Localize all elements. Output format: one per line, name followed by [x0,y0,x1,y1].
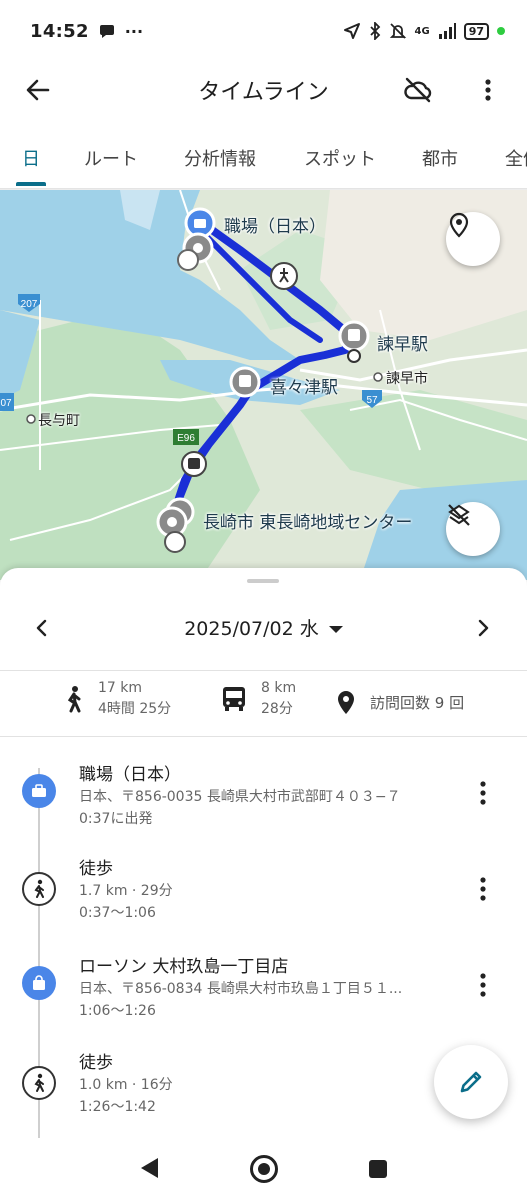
tab-cities[interactable]: 都市 [422,145,458,171]
list-item[interactable]: 徒歩 1.7 km · 29分 0:37〜1:06 [0,846,527,942]
list-item[interactable]: ローソン 大村玖島一丁目店 日本、〒856-0834 長崎県大村市玖島１丁目５１… [0,942,527,1038]
map-label-isahaya-city: 諫早市 [386,371,428,387]
tab-all[interactable]: 全体 [505,145,527,171]
walk-icon [22,1066,56,1100]
visits-count: 訪問回数 9 回 [370,693,465,712]
more-options-icon[interactable] [473,874,493,904]
bus-summary: 8 km 28分 [221,678,296,720]
map-label-isahaya-station: 諫早駅 [377,335,428,355]
nav-recents-icon[interactable] [369,1160,387,1178]
tab-day[interactable]: 日 [22,145,40,171]
entry-time: 1:26〜1:42 [79,1099,156,1115]
pencil-icon [460,1071,482,1093]
caret-down-icon [328,626,343,633]
shopping-bag-icon [22,966,56,1000]
system-nav-bar [0,1138,527,1200]
chevron-right-icon[interactable] [471,616,495,640]
route-207-shield: 207 [18,294,40,312]
cloud-off-icon[interactable] [402,74,434,106]
entry-time: 1:06〜1:26 [79,1003,156,1019]
privacy-indicator-dot [497,27,505,35]
bus-duration: 28分 [261,701,293,717]
app-bar: タイムライン [0,62,527,118]
nav-back-icon[interactable] [138,1156,160,1180]
entry-distance: 1.0 km · 16分 [79,1077,173,1093]
edit-button[interactable] [434,1045,508,1119]
battery-level: 97 [463,22,489,40]
entry-address: 日本、〒856-0035 長崎県大村市武部町４０３−７ [79,789,401,805]
e96-label: E96 [177,433,195,444]
place-pin-icon [338,691,354,714]
visits-summary: 訪問回数 9 回 [336,690,464,716]
more-notifications-icon: ··· [124,21,144,41]
divider [0,736,527,737]
entry-title: 職場（日本） [79,765,181,785]
map-label-center: 長崎市 東長崎地域センター [203,513,413,533]
location-button[interactable] [446,212,500,266]
bus-distance: 8 km [261,680,297,696]
map-view[interactable]: 207 57 07 E96 職場（日本） 諫早駅 諫早市 喜々津駅 長与町 長崎… [0,190,527,580]
tab-insights[interactable]: 分析情報 [184,145,256,171]
date-text: 2025/07/02 水 [184,618,319,640]
date-selector: 2025/07/02 水 [0,608,527,648]
entry-time: 0:37に出発 [79,811,153,827]
map-label-nagayo: 長与町 [38,413,80,429]
list-item[interactable]: 職場（日本） 日本、〒856-0035 長崎県大村市武部町４０３−７ 0:37に… [0,750,527,846]
tab-spots[interactable]: スポット [304,145,376,171]
walk-duration: 4時間 25分 [98,701,172,717]
walk-icon [67,686,81,713]
nav-home-icon[interactable] [250,1155,278,1183]
date-dropdown[interactable]: 2025/07/02 水 [0,614,527,641]
status-bar: 14:52 ··· 4G 97 [0,0,527,62]
location-pin-icon [449,212,469,238]
entry-distance: 1.7 km · 29分 [79,883,173,899]
drag-handle[interactable] [247,579,279,583]
bus-icon [223,687,245,711]
tab-route[interactable]: ルート [84,145,138,171]
more-options-icon[interactable] [473,778,493,808]
tab-bar: 日 ルート 分析情報 スポット 都市 全体 [0,130,527,188]
e96-shield: E96 [173,429,199,445]
route-07-label: 07 [0,398,12,409]
entry-address: 日本、〒856-0834 長崎県大村市玖島１丁目５１... [79,981,403,997]
bell-off-icon [389,23,406,39]
walk-summary: 17 km 4時間 25分 [64,678,171,720]
page-title: タイムライン [198,80,329,105]
active-tab-indicator [16,182,46,186]
day-summary: 17 km 4時間 25分 8 km 28分 訪問回数 9 回 [0,678,527,738]
briefcase-icon [22,774,56,808]
route-207-label: 207 [21,299,38,310]
bluetooth-icon [369,22,380,40]
signal-icon [438,23,456,39]
walk-marker[interactable] [270,262,298,290]
entry-title: ローソン 大村玖島一丁目店 [79,957,289,977]
walk-icon [22,872,56,906]
bus-marker[interactable] [181,451,207,477]
walk-distance: 17 km [98,680,143,696]
layers-off-button[interactable] [446,502,500,556]
more-options-icon[interactable] [476,74,500,106]
more-options-icon[interactable] [473,970,493,1000]
entry-time: 0:37〜1:06 [79,905,156,921]
entry-title: 徒歩 [79,859,113,879]
divider [0,670,527,671]
map-label-work: 職場（日本） [224,217,326,237]
route-57-label: 57 [366,395,378,406]
layers-off-icon [448,504,470,526]
location-arrow-icon [343,23,360,39]
entry-title: 徒歩 [79,1053,113,1073]
kikitsu-station-marker[interactable] [229,366,261,398]
status-time: 14:52 [30,20,89,42]
map-label-kikitsu-station: 喜々津駅 [270,378,338,398]
network-type: 4G [414,25,430,37]
chat-bubble-icon [99,25,114,38]
route-07-shield: 07 [0,393,14,411]
